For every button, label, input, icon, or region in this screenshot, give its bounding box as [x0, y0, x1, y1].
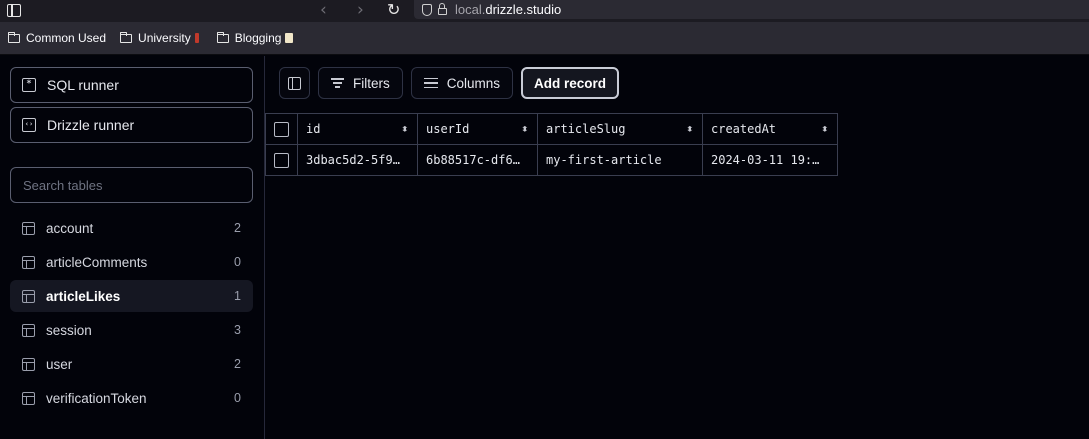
- back-icon[interactable]: ‹: [320, 0, 327, 22]
- sidebar-item-articlelikes[interactable]: articleLikes 1: [10, 280, 253, 312]
- sort-icon[interactable]: ⬍: [821, 125, 829, 133]
- cell-id[interactable]: 3dbac5d2-5f9…: [297, 144, 418, 176]
- table-icon: [22, 323, 35, 337]
- column-header-userid[interactable]: userId ⬍: [417, 113, 538, 145]
- sql-runner-icon: *: [22, 78, 36, 92]
- code-icon: ‹›: [22, 118, 36, 132]
- sort-icon[interactable]: ⬍: [401, 125, 409, 133]
- shield-icon[interactable]: [422, 3, 432, 16]
- drizzle-runner-button[interactable]: ‹› Drizzle runner: [10, 107, 253, 143]
- cell-createdat[interactable]: 2024-03-11 19:…: [702, 144, 838, 176]
- sidebar-item-articlecomments[interactable]: articleComments 0: [10, 246, 253, 278]
- select-all-checkbox[interactable]: [274, 121, 289, 137]
- lock-icon[interactable]: [438, 3, 447, 15]
- table-toolbar: Filters Columns Add record: [279, 67, 620, 99]
- table-icon: [22, 357, 35, 371]
- search-tables-input[interactable]: [10, 167, 253, 203]
- column-header-articleslug[interactable]: articleSlug ⬍: [537, 113, 703, 145]
- folder-icon: [8, 31, 20, 43]
- header-row: id ⬍ userId ⬍ articleSlug ⬍ createdAt ⬍: [265, 113, 838, 145]
- favicon-icon: [194, 33, 199, 43]
- table-row[interactable]: 3dbac5d2-5f9… 6b88517c-df6… my-first-art…: [265, 144, 838, 176]
- table-icon: [22, 391, 35, 405]
- select-all-cell: [265, 113, 298, 145]
- sidebar-toggle-icon[interactable]: [7, 4, 21, 17]
- row-select-cell: [265, 144, 298, 176]
- url-text[interactable]: local.drizzle.studio: [455, 2, 561, 17]
- sliders-icon: [423, 77, 438, 89]
- cell-userid[interactable]: 6b88517c-df6…: [417, 144, 538, 176]
- toggle-sidebar-button[interactable]: [279, 67, 310, 99]
- data-grid: id ⬍ userId ⬍ articleSlug ⬍ createdAt ⬍ 3dba…: [265, 113, 838, 176]
- cell-articleslug[interactable]: my-first-article: [537, 144, 703, 176]
- sort-icon[interactable]: ⬍: [686, 125, 694, 133]
- tables-sidebar: * SQL runner ‹› Drizzle runner account 2…: [0, 56, 265, 439]
- add-record-button[interactable]: Add record: [521, 67, 620, 99]
- forward-icon[interactable]: ›: [357, 0, 364, 22]
- folder-icon: [216, 31, 229, 43]
- table-icon: [22, 289, 35, 303]
- address-bar[interactable]: local.drizzle.studio: [414, 0, 1089, 19]
- panel-left-icon: [288, 76, 301, 90]
- columns-button[interactable]: Columns: [410, 67, 514, 99]
- folder-icon: [120, 31, 133, 43]
- table-icon: [22, 255, 35, 269]
- table-icon: [22, 221, 35, 235]
- bookmark-blogging[interactable]: Blogging: [216, 31, 294, 45]
- column-header-createdat[interactable]: createdAt ⬍: [702, 113, 838, 145]
- sql-runner-button[interactable]: * SQL runner: [10, 67, 253, 103]
- table-list: account 2 articleComments 0 articleLikes…: [10, 212, 253, 416]
- sidebar-item-user[interactable]: user 2: [10, 348, 253, 380]
- filter-icon: [331, 78, 344, 88]
- sidebar-item-account[interactable]: account 2: [10, 212, 253, 244]
- bookmark-common-used[interactable]: Common Used: [8, 31, 106, 45]
- column-header-id[interactable]: id ⬍: [297, 113, 418, 145]
- sidebar-item-verificationtoken[interactable]: verificationToken 0: [10, 382, 253, 414]
- drizzle-studio-app: * SQL runner ‹› Drizzle runner account 2…: [0, 56, 1089, 439]
- row-checkbox[interactable]: [274, 152, 289, 168]
- bookmarks-bar: Common Used University Blogging: [0, 22, 1089, 55]
- filters-button[interactable]: Filters: [318, 67, 403, 99]
- bookmark-university[interactable]: University: [120, 31, 199, 45]
- sort-icon[interactable]: ⬍: [521, 125, 529, 133]
- favicon-icon: [285, 33, 294, 43]
- reload-icon[interactable]: ↻: [387, 0, 400, 22]
- browser-tab-strip: ‹ › ↻ local.drizzle.studio: [0, 0, 1089, 22]
- sidebar-item-session[interactable]: session 3: [10, 314, 253, 346]
